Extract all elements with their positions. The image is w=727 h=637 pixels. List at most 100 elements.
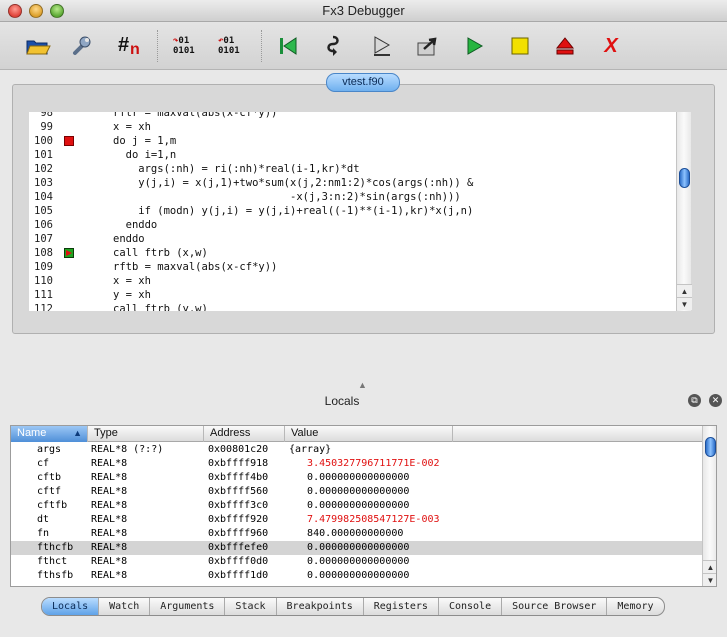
step-binary-over-button[interactable]: ↶01 0101 [215, 29, 251, 63]
variable-name: args [37, 444, 62, 455]
step-over-button[interactable] [364, 29, 400, 63]
table-scroll-thumb[interactable] [705, 437, 716, 457]
tab-source-browser[interactable]: Source Browser [502, 598, 608, 615]
sort-ascending-icon: ▲ [73, 428, 82, 438]
run-button[interactable] [456, 29, 492, 63]
variable-type: REAL*8 [91, 542, 128, 553]
code-line[interactable]: 110 x = xh [29, 274, 676, 288]
table-row[interactable]: cftb REAL*8 0xbffff4b0 0.000000000000000 [11, 471, 702, 485]
variable-value: 0.000000000000000 [289, 500, 410, 511]
variable-type: REAL*8 [91, 570, 128, 581]
step-over-icon [374, 36, 391, 56]
column-header-name[interactable]: Name ▲ [11, 426, 88, 442]
variable-address: 0xbffff1d0 [208, 570, 269, 581]
scroll-down-arrow[interactable]: ▼ [703, 573, 716, 586]
code-view[interactable]: 98 rftr = maxval(abs(x-cf*y)) 99 x = xh 100 d… [29, 112, 676, 311]
current-line-icon[interactable] [64, 248, 74, 258]
tab-registers[interactable]: Registers [364, 598, 439, 615]
code-line[interactable]: 107 enddo [29, 232, 676, 246]
code-text: x = xh [113, 275, 151, 287]
eject-button[interactable] [547, 29, 583, 63]
table-row[interactable]: fn REAL*8 0xbffff960 840.000000000000 [11, 527, 702, 541]
x-kill-icon: X [604, 35, 617, 58]
detach-panel-button[interactable]: ⧉ [688, 394, 701, 407]
code-line[interactable]: 112 call ftrb (y,w) [29, 302, 676, 311]
column-header-value[interactable]: Value [285, 426, 453, 442]
table-row[interactable]: dt REAL*8 0xbffff920 7.479982508547127E-00… [11, 513, 702, 527]
code-line[interactable]: 111 y = xh [29, 288, 676, 302]
variable-address: 0x00801c20 [208, 444, 269, 455]
code-line[interactable]: 104 -x(j,3:n:2)*sin(args(:nh))) [29, 190, 676, 204]
code-scrollbar[interactable]: ▲ ▼ [676, 112, 692, 311]
variable-value: 3.450327796711771E-002 [289, 458, 440, 469]
code-text: call ftrb (x,w) [113, 247, 208, 259]
step-into-button[interactable] [318, 29, 354, 63]
restart-button[interactable] [270, 29, 306, 63]
code-line[interactable]: 98 rftr = maxval(abs(x-cf*y)) [29, 112, 676, 120]
code-line[interactable]: 106 enddo [29, 218, 676, 232]
splitter-handle[interactable]: ▲ [358, 380, 367, 390]
table-row[interactable]: args REAL*8 (?:?) 0x00801c20 {array} [11, 443, 702, 457]
wrench-icon [73, 36, 91, 55]
table-scrollbar[interactable]: ▲ ▼ [702, 426, 716, 586]
file-tab[interactable]: vtest.f90 [326, 73, 400, 92]
table-row[interactable]: cf REAL*8 0xbffff918 3.450327796711771E-00… [11, 457, 702, 471]
line-numbers-button[interactable]: # n [110, 29, 146, 63]
column-header-address[interactable]: Address [204, 426, 285, 442]
tab-watch[interactable]: Watch [99, 598, 151, 615]
tab-breakpoints[interactable]: Breakpoints [277, 598, 364, 615]
close-panel-button[interactable]: ✕ [709, 394, 722, 407]
code-text: do i=1,n [113, 149, 177, 161]
hash-label: # [118, 34, 130, 56]
stop-button[interactable] [502, 29, 538, 63]
code-text: call ftrb (y,w) [113, 303, 208, 311]
bin-label: 01 [178, 36, 190, 46]
bin-label: 01 [223, 36, 235, 46]
table-row[interactable]: cftf REAL*8 0xbffff560 0.000000000000000 [11, 485, 702, 499]
locals-title: Locals [324, 394, 360, 408]
table-row[interactable]: fthct REAL*8 0xbffff0d0 0.000000000000000 [11, 555, 702, 569]
step-binary-in-button[interactable]: ↷01 0101 [170, 29, 206, 63]
variable-name: fn [37, 528, 50, 539]
scroll-down-arrow[interactable]: ▼ [677, 297, 692, 310]
line-number: 109 [34, 261, 53, 273]
locals-table: Name ▲ Type Address Value args REAL*8 (?:… [10, 425, 717, 587]
code-line[interactable]: 103 y(j,i) = x(j,1)+two*sum(x(j,2:nm1:2)… [29, 176, 676, 190]
variable-value: 840.000000000000 [289, 528, 404, 539]
variable-type: REAL*8 [91, 458, 128, 469]
code-line[interactable]: 100 do j = 1,m [29, 134, 676, 148]
open-folder-button[interactable] [20, 29, 56, 63]
variable-value: 0.000000000000000 [289, 542, 410, 553]
code-line[interactable]: 105 if (modn) y(j,i) = y(j,i)+real((-1)*… [29, 204, 676, 218]
line-number: 100 [34, 135, 53, 147]
table-row[interactable]: fthsfb REAL*8 0xbffff1d0 0.000000000000000 [11, 569, 702, 583]
step-out-icon [417, 37, 437, 56]
column-header-type[interactable]: Type [88, 426, 204, 442]
tab-memory[interactable]: Memory [607, 598, 663, 615]
code-text: enddo [113, 219, 158, 231]
line-number: 107 [34, 233, 53, 245]
code-scroll-thumb[interactable] [679, 168, 690, 188]
code-line[interactable]: 101 do i=1,n [29, 148, 676, 162]
breakpoint-icon[interactable] [64, 136, 74, 146]
table-row[interactable]: fthcfb REAL*8 0xbfffefe0 0.000000000000000 [11, 541, 702, 555]
tab-console[interactable]: Console [439, 598, 503, 615]
tab-stack[interactable]: Stack [225, 598, 277, 615]
settings-button[interactable] [64, 29, 100, 63]
scroll-up-arrow[interactable]: ▲ [677, 284, 692, 297]
variable-name: cftf [37, 486, 62, 497]
code-line[interactable]: 109 rftb = maxval(abs(x-cf*y)) [29, 260, 676, 274]
kill-button[interactable]: X [593, 29, 629, 63]
tab-arguments[interactable]: Arguments [150, 598, 226, 615]
bin-label2: 0101 [173, 46, 195, 56]
code-text: do j = 1,m [113, 135, 177, 147]
scroll-up-arrow[interactable]: ▲ [703, 560, 716, 573]
code-line[interactable]: 99 x = xh [29, 120, 676, 134]
code-line[interactable]: 108 call ftrb (x,w) [29, 246, 676, 260]
step-out-button[interactable] [410, 29, 446, 63]
restart-icon [280, 37, 297, 55]
tab-locals[interactable]: Locals [42, 598, 100, 615]
code-line[interactable]: 102 args(:nh) = ri(:nh)*real(i-1,kr)*dt [29, 162, 676, 176]
code-text: if (modn) y(j,i) = y(j,i)+real((-1)**(i-… [113, 205, 474, 217]
table-row[interactable]: cftfb REAL*8 0xbffff3c0 0.000000000000000 [11, 499, 702, 513]
